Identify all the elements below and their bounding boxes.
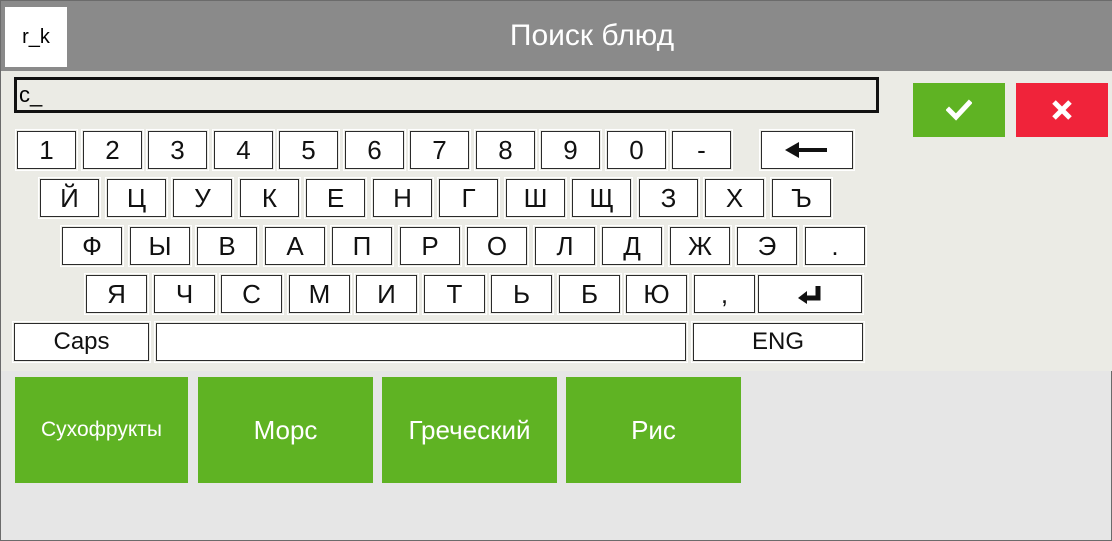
key-5[interactable]: 5	[277, 129, 340, 171]
key-.[interactable]: .	[803, 225, 867, 267]
key-Г[interactable]: Г	[437, 177, 500, 219]
ok-button[interactable]	[913, 83, 1005, 137]
key-Д[interactable]: Д	[600, 225, 664, 267]
key-Б[interactable]: Б	[557, 273, 622, 315]
key-Ь[interactable]: Ь	[489, 273, 554, 315]
key-3[interactable]: 3	[146, 129, 209, 171]
key-С[interactable]: С	[219, 273, 284, 315]
key-Т[interactable]: Т	[422, 273, 487, 315]
key-Я[interactable]: Я	[84, 273, 149, 315]
key-И[interactable]: И	[354, 273, 419, 315]
key-К[interactable]: К	[238, 177, 301, 219]
key-З[interactable]: З	[637, 177, 700, 219]
key-А[interactable]: А	[263, 225, 327, 267]
key-Ф[interactable]: Ф	[60, 225, 124, 267]
arrow-left-icon	[785, 142, 827, 158]
search-input[interactable]: с_	[14, 77, 879, 113]
key-Р[interactable]: Р	[398, 225, 462, 267]
key-4[interactable]: 4	[212, 129, 275, 171]
cancel-button[interactable]	[1016, 83, 1108, 137]
key-7[interactable]: 7	[408, 129, 471, 171]
check-icon	[946, 99, 972, 121]
space-key[interactable]	[154, 321, 688, 363]
key--[interactable]: -	[670, 129, 733, 171]
key-Е[interactable]: Е	[304, 177, 367, 219]
key-Щ[interactable]: Щ	[570, 177, 633, 219]
key-6[interactable]: 6	[343, 129, 406, 171]
key-Х[interactable]: Х	[703, 177, 766, 219]
key-О[interactable]: О	[465, 225, 529, 267]
dish-tile[interactable]: Рис	[566, 377, 741, 483]
key-0[interactable]: 0	[605, 129, 668, 171]
key-Л[interactable]: Л	[533, 225, 597, 267]
key-У[interactable]: У	[171, 177, 234, 219]
enter-key[interactable]	[756, 273, 864, 315]
dish-tile[interactable]: Морс	[198, 377, 373, 483]
title-bar: r_k Поиск блюд	[1, 1, 1112, 71]
key-Ш[interactable]: Ш	[504, 177, 567, 219]
enter-icon	[798, 286, 821, 304]
key-Ю[interactable]: Ю	[624, 273, 689, 315]
key-Й[interactable]: Й	[38, 177, 101, 219]
key-Э[interactable]: Э	[735, 225, 799, 267]
app-tag: r_k	[5, 7, 67, 67]
key-Ы[interactable]: Ы	[128, 225, 192, 267]
key-9[interactable]: 9	[539, 129, 602, 171]
caps-key[interactable]: Caps	[12, 321, 151, 363]
key-Ч[interactable]: Ч	[152, 273, 217, 315]
key-2[interactable]: 2	[81, 129, 144, 171]
key-М[interactable]: М	[287, 273, 352, 315]
window: r_k Поиск блюд с_ 1234567890- ЙЦУКЕНГШЩЗХ…	[0, 0, 1112, 541]
key-Н[interactable]: Н	[371, 177, 434, 219]
dish-tile[interactable]: Сухофрукты	[15, 377, 188, 483]
key-П[interactable]: П	[330, 225, 394, 267]
key-Ц[interactable]: Ц	[105, 177, 168, 219]
lang-switch-key[interactable]: ENG	[691, 321, 865, 363]
dish-tile[interactable]: Греческий	[382, 377, 557, 483]
key-1[interactable]: 1	[15, 129, 78, 171]
page-title: Поиск блюд	[509, 19, 675, 52]
key-В[interactable]: В	[195, 225, 259, 267]
key-,[interactable]: ,	[692, 273, 757, 315]
key-Ж[interactable]: Ж	[668, 225, 732, 267]
close-icon	[1052, 100, 1072, 120]
backspace-key[interactable]	[759, 129, 855, 171]
key-Ъ[interactable]: Ъ	[770, 177, 833, 219]
key-8[interactable]: 8	[474, 129, 537, 171]
